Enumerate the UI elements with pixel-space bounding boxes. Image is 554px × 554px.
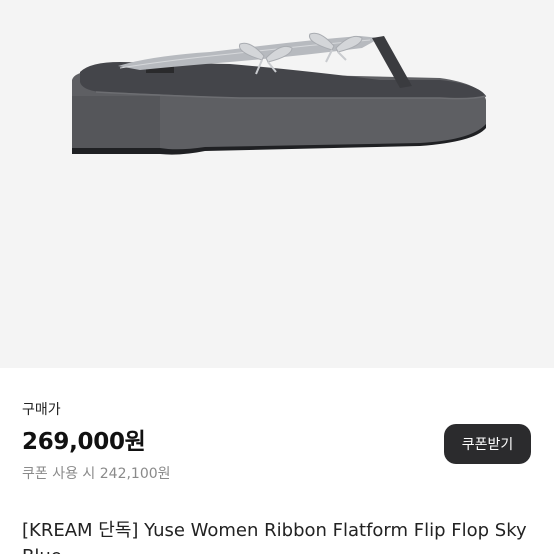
product-detail-page: 구매가 269,000원 쿠폰 사용 시 242,100원 쿠폰받기 [KREA… bbox=[0, 0, 554, 554]
product-info-panel: 구매가 269,000원 쿠폰 사용 시 242,100원 쿠폰받기 [KREA… bbox=[0, 368, 554, 554]
coupon-price-text: 쿠폰 사용 시 242,100원 bbox=[22, 466, 171, 482]
product-title: [KREAM 단독] Yuse Women Ribbon Flatform Fl… bbox=[22, 520, 527, 554]
sandal-illustration bbox=[72, 32, 487, 155]
product-image[interactable] bbox=[0, 0, 554, 368]
price-label: 구매가 bbox=[22, 402, 61, 418]
price-value: 269,000원 bbox=[22, 429, 146, 455]
sole-shade bbox=[72, 96, 160, 148]
get-coupon-button[interactable]: 쿠폰받기 bbox=[444, 424, 531, 464]
